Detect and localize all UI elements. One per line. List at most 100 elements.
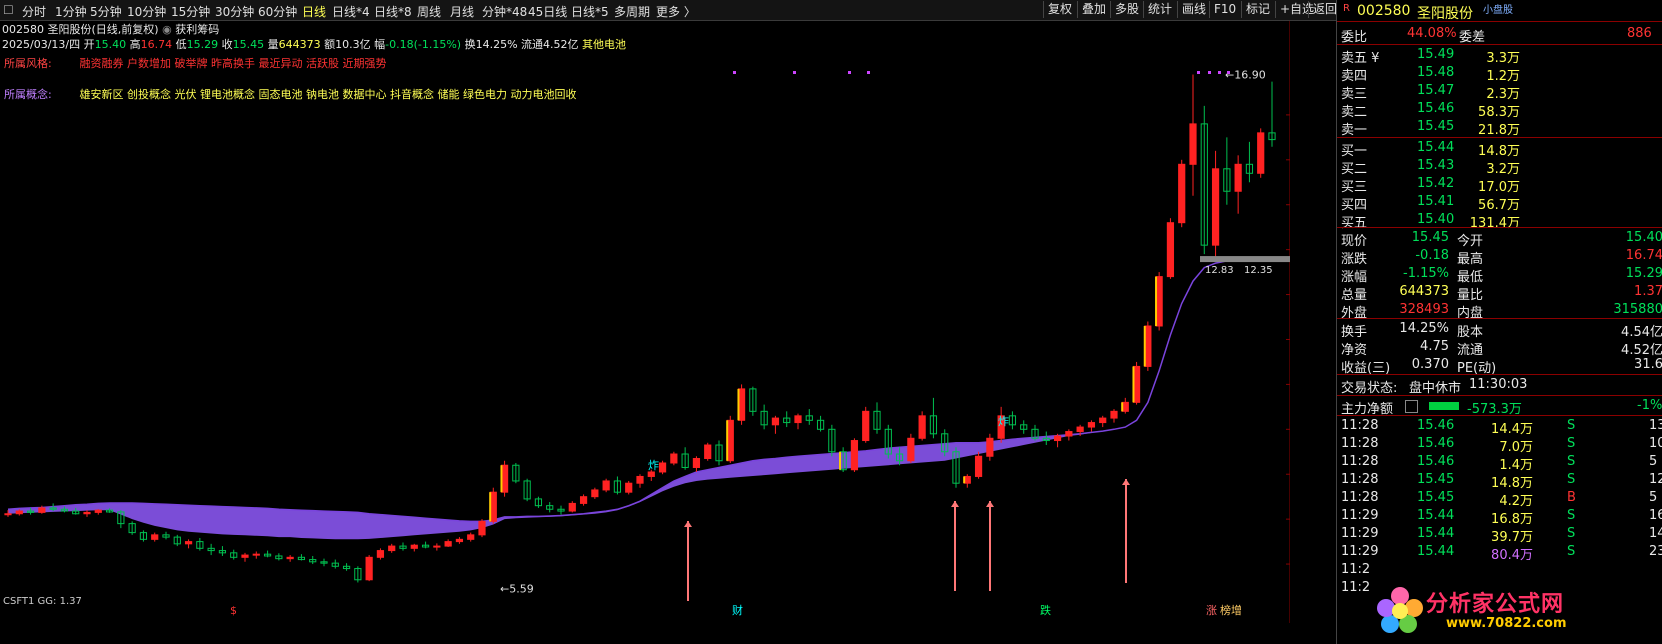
tick-count: 16 [1649, 508, 1662, 523]
period-tab-3[interactable]: 10分钟 [127, 3, 166, 20]
sell-level-3[interactable]: 卖三 15.47 2.3万 [1337, 82, 1662, 102]
sell-level-4[interactable]: 卖四 15.48 1.2万 [1337, 64, 1662, 84]
watermark-url: www.70822.com [1446, 616, 1567, 631]
fund-value: 14.25% [1399, 321, 1449, 336]
buy-level-3[interactable]: 买三 15.42 17.0万 [1337, 175, 1662, 195]
toolbar-button-4[interactable]: 画线 [1177, 1, 1210, 18]
candle-body [241, 554, 249, 558]
style-tags-values[interactable]: 融资融券 户数增加 破举牌 昨高换手 最近异动 活跃股 近期强势 [80, 57, 387, 70]
buy-level-1[interactable]: 买一 15.44 14.8万 [1337, 139, 1662, 159]
period-tab-12[interactable]: 分钟*48 [482, 3, 527, 20]
buy-price[interactable]: 15.42 [1417, 176, 1454, 191]
candle-body [151, 534, 159, 540]
candle-body [1087, 422, 1096, 428]
buy-price[interactable]: 15.43 [1417, 158, 1454, 173]
volume-value: 644373 [278, 38, 321, 51]
trade-status-label: 交易状态: [1341, 381, 1398, 396]
buy-arrow-head [986, 501, 994, 507]
indicator-text[interactable]: CSFT1 GG: 1.37 [3, 596, 82, 607]
candle-body [1110, 410, 1118, 419]
toolbar-button-5[interactable]: F10 [1209, 1, 1240, 18]
candle-body [602, 480, 610, 491]
buy-price[interactable]: 15.44 [1417, 140, 1454, 155]
signal-bar [839, 451, 842, 470]
tick-row: 11:29 15.44 80.4万 S 23 [1337, 543, 1662, 563]
trade-time: 11:30:03 [1469, 377, 1528, 392]
quote-value: 16.74 [1625, 248, 1662, 263]
signal-dot [1218, 71, 1221, 74]
tick-side: B [1567, 490, 1576, 505]
candle-body [625, 482, 633, 493]
candle-body [794, 415, 802, 424]
period-tab-6[interactable]: 60分钟 [258, 3, 297, 20]
candle-body [658, 462, 667, 473]
high-annotation: ←16.90 [1225, 68, 1266, 81]
tick-row: 11:28 15.45 4.2万 B 5 [1337, 489, 1662, 509]
signal-dot [867, 71, 870, 74]
tick-time: 11:28 [1341, 472, 1379, 487]
chart-canvas[interactable]: 12.7916.0015.0014.0013.0012.0011.0010.00… [0, 21, 1334, 623]
toolbar-menu-icon[interactable]: ☐ [3, 3, 14, 17]
period-tab-7[interactable]: 日线 [302, 3, 326, 20]
net-flow-expand-icon[interactable] [1405, 400, 1418, 413]
toolbar-button-0[interactable]: 复权 [1043, 1, 1076, 18]
quote-value: 328493 [1399, 302, 1449, 317]
period-tab-13[interactable]: 45日线 [528, 3, 567, 20]
concept-tags: 所属概念: 雄安新区 创投概念 光伏 锂电池概念 固态电池 钠电池 数据中心 抖… [4, 86, 576, 102]
sell-level-1[interactable]: 卖一 15.45 21.8万 [1337, 118, 1662, 138]
tick-count: 12 [1649, 472, 1662, 487]
period-tab-9[interactable]: 日线*8 [374, 3, 412, 20]
period-tab-1[interactable]: 1分钟 [55, 3, 87, 20]
tick-time: 11:2 [1341, 562, 1371, 577]
watermark: 分析家公式网 www.70822.com [1376, 582, 1662, 644]
float-label: 流通 [521, 38, 544, 51]
kline-chart[interactable]: 12.7916.0015.0014.0013.0012.0011.0010.00… [0, 21, 1334, 623]
candle-body [444, 541, 452, 547]
candle-body [1178, 163, 1186, 224]
toolbar-button-6[interactable]: 标记 [1241, 1, 1274, 18]
candle-body [83, 511, 91, 515]
tick-price: 15.45 [1417, 490, 1455, 505]
buy-price[interactable]: 15.41 [1417, 194, 1454, 209]
period-tab-10[interactable]: 周线 [417, 3, 441, 20]
profit-chip-label[interactable]: 获利筹码 [175, 23, 219, 36]
tick-side: S [1567, 544, 1576, 559]
chip-toggle-icon[interactable]: ◉ [162, 23, 172, 36]
sell-level-5[interactable]: 卖五 ¥15.49 3.3万 [1337, 46, 1662, 66]
stock-name: 圣阳股份(日线,前复权) [47, 23, 159, 36]
buy-level-2[interactable]: 买二 15.43 3.2万 [1337, 157, 1662, 177]
buy-level-4[interactable]: 买四 15.41 56.7万 [1337, 193, 1662, 213]
toolbar-button-1[interactable]: 叠加 [1077, 1, 1110, 18]
period-tab-5[interactable]: 30分钟 [215, 3, 254, 20]
buy-price[interactable]: 15.40 [1417, 212, 1454, 227]
ohlc-line: 2025/03/13/四 开15.40 高16.74 低15.29 收15.45… [2, 36, 626, 52]
period-tab-16[interactable]: 更多 〉 [656, 3, 696, 20]
stock-code: 002580 [2, 23, 44, 36]
tick-time: 11:28 [1341, 436, 1379, 451]
toolbar-button-3[interactable]: 统计 [1143, 1, 1176, 18]
period-tab-2[interactable]: 5分钟 [90, 3, 122, 20]
sell-price[interactable]: 15.49 [1417, 47, 1454, 62]
candle-body [591, 489, 599, 498]
tick-price: 15.46 [1417, 436, 1455, 451]
low-annotation: ←5.59 [500, 582, 534, 595]
concept-tags-values[interactable]: 雄安新区 创投概念 光伏 锂电池概念 固态电池 钠电池 数据中心 抖音概念 储能… [80, 88, 577, 101]
sell-price[interactable]: 15.46 [1417, 101, 1454, 116]
quote-value: 15.40 [1625, 230, 1662, 245]
period-tab-0[interactable]: 分时 [22, 3, 46, 20]
period-tab-11[interactable]: 月线 [450, 3, 474, 20]
sell-level-2[interactable]: 卖二 15.46 58.3万 [1337, 100, 1662, 120]
period-tab-8[interactable]: 日线*4 [332, 3, 370, 20]
sell-price[interactable]: 15.48 [1417, 65, 1454, 80]
period-tab-4[interactable]: 15分钟 [171, 3, 210, 20]
candle-body [4, 513, 12, 516]
toolbar-button-2[interactable]: 多股 [1110, 1, 1143, 18]
tick-price: 15.44 [1417, 526, 1455, 541]
period-tab-14[interactable]: 日线*5 [571, 3, 609, 20]
sell-price[interactable]: 15.47 [1417, 83, 1454, 98]
period-tab-15[interactable]: 多周期 [614, 3, 650, 20]
turnover-label: 换 [464, 38, 476, 51]
sell-price[interactable]: 15.45 [1417, 119, 1454, 134]
quote-value: 315880 [1613, 302, 1662, 317]
style-tags-label: 所属风格: [4, 57, 52, 70]
